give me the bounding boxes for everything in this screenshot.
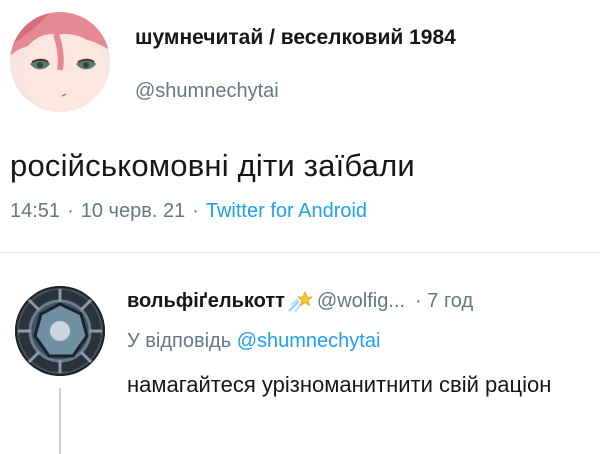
thread-line — [59, 388, 61, 454]
reply-handle[interactable]: @wolfig... — [317, 290, 405, 313]
tweet-meta: 14:51 · 10 черв. 21 · Twitter for Android — [10, 200, 367, 223]
tweet-text: російськомовні діти заїбали — [10, 148, 415, 183]
meta-separator: · — [67, 200, 74, 222]
user-avatar[interactable] — [10, 12, 110, 112]
tweet-source[interactable]: Twitter for Android — [206, 200, 367, 222]
reply-time-value: 7 год — [427, 290, 474, 312]
replying-to: У відповідь @shumnechytai — [127, 330, 380, 353]
user-handle[interactable]: @shumnechytai — [135, 80, 279, 103]
tweet-time[interactable]: 14:51 — [10, 200, 60, 222]
reply-header: вольфіґелькотт @wolfig... · 7 год — [127, 290, 473, 313]
replying-to-prefix: У відповідь — [127, 330, 232, 352]
spaceship-window-icon — [15, 286, 105, 376]
shooting-star-icon — [287, 290, 313, 313]
reply-avatar[interactable] — [15, 286, 105, 376]
main-tweet[interactable]: шумнечитай / веселковий 1984 @shumnechyt… — [0, 0, 600, 250]
reply-display-name[interactable]: вольфіґелькотт — [127, 290, 285, 313]
reply-tweet[interactable]: вольфіґелькотт @wolfig... · 7 год У відп… — [0, 262, 600, 454]
meta-separator: · — [192, 200, 199, 222]
reply-time[interactable]: · 7 год — [415, 290, 473, 313]
reply-text: намагайтеся урізноманитнити свій раціон — [127, 372, 552, 397]
replying-to-mention[interactable]: @shumnechytai — [237, 330, 381, 352]
divider — [0, 252, 600, 253]
display-name[interactable]: шумнечитай / веселковий 1984 — [135, 26, 456, 50]
anime-avatar-icon — [10, 12, 110, 112]
tweet-date[interactable]: 10 черв. 21 — [81, 200, 185, 222]
time-separator: · — [415, 290, 422, 312]
